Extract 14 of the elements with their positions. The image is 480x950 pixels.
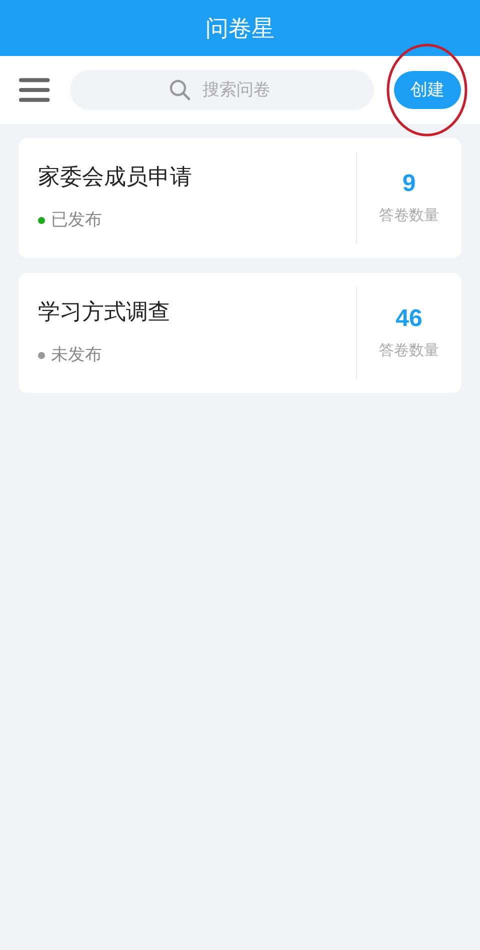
survey-card[interactable]: 家委会成员申请 已发布 9 答卷数量 (19, 138, 461, 258)
survey-title: 家委会成员申请 (38, 163, 193, 192)
count-label: 答卷数量 (379, 340, 439, 361)
status-label: 已发布 (51, 209, 102, 232)
menu-icon[interactable] (19, 78, 50, 102)
search-field[interactable]: 搜索问卷 (70, 70, 374, 110)
status-label: 未发布 (51, 344, 102, 366)
app-title: 问卷星 (206, 14, 274, 43)
survey-card[interactable]: 学习方式调查 未发布 46 答卷数量 (19, 273, 461, 393)
count-label: 答卷数量 (379, 206, 439, 226)
response-count: 9 (402, 168, 416, 199)
search-icon (168, 79, 191, 101)
response-count: 46 (396, 304, 422, 334)
survey-title: 学习方式调查 (38, 298, 171, 326)
